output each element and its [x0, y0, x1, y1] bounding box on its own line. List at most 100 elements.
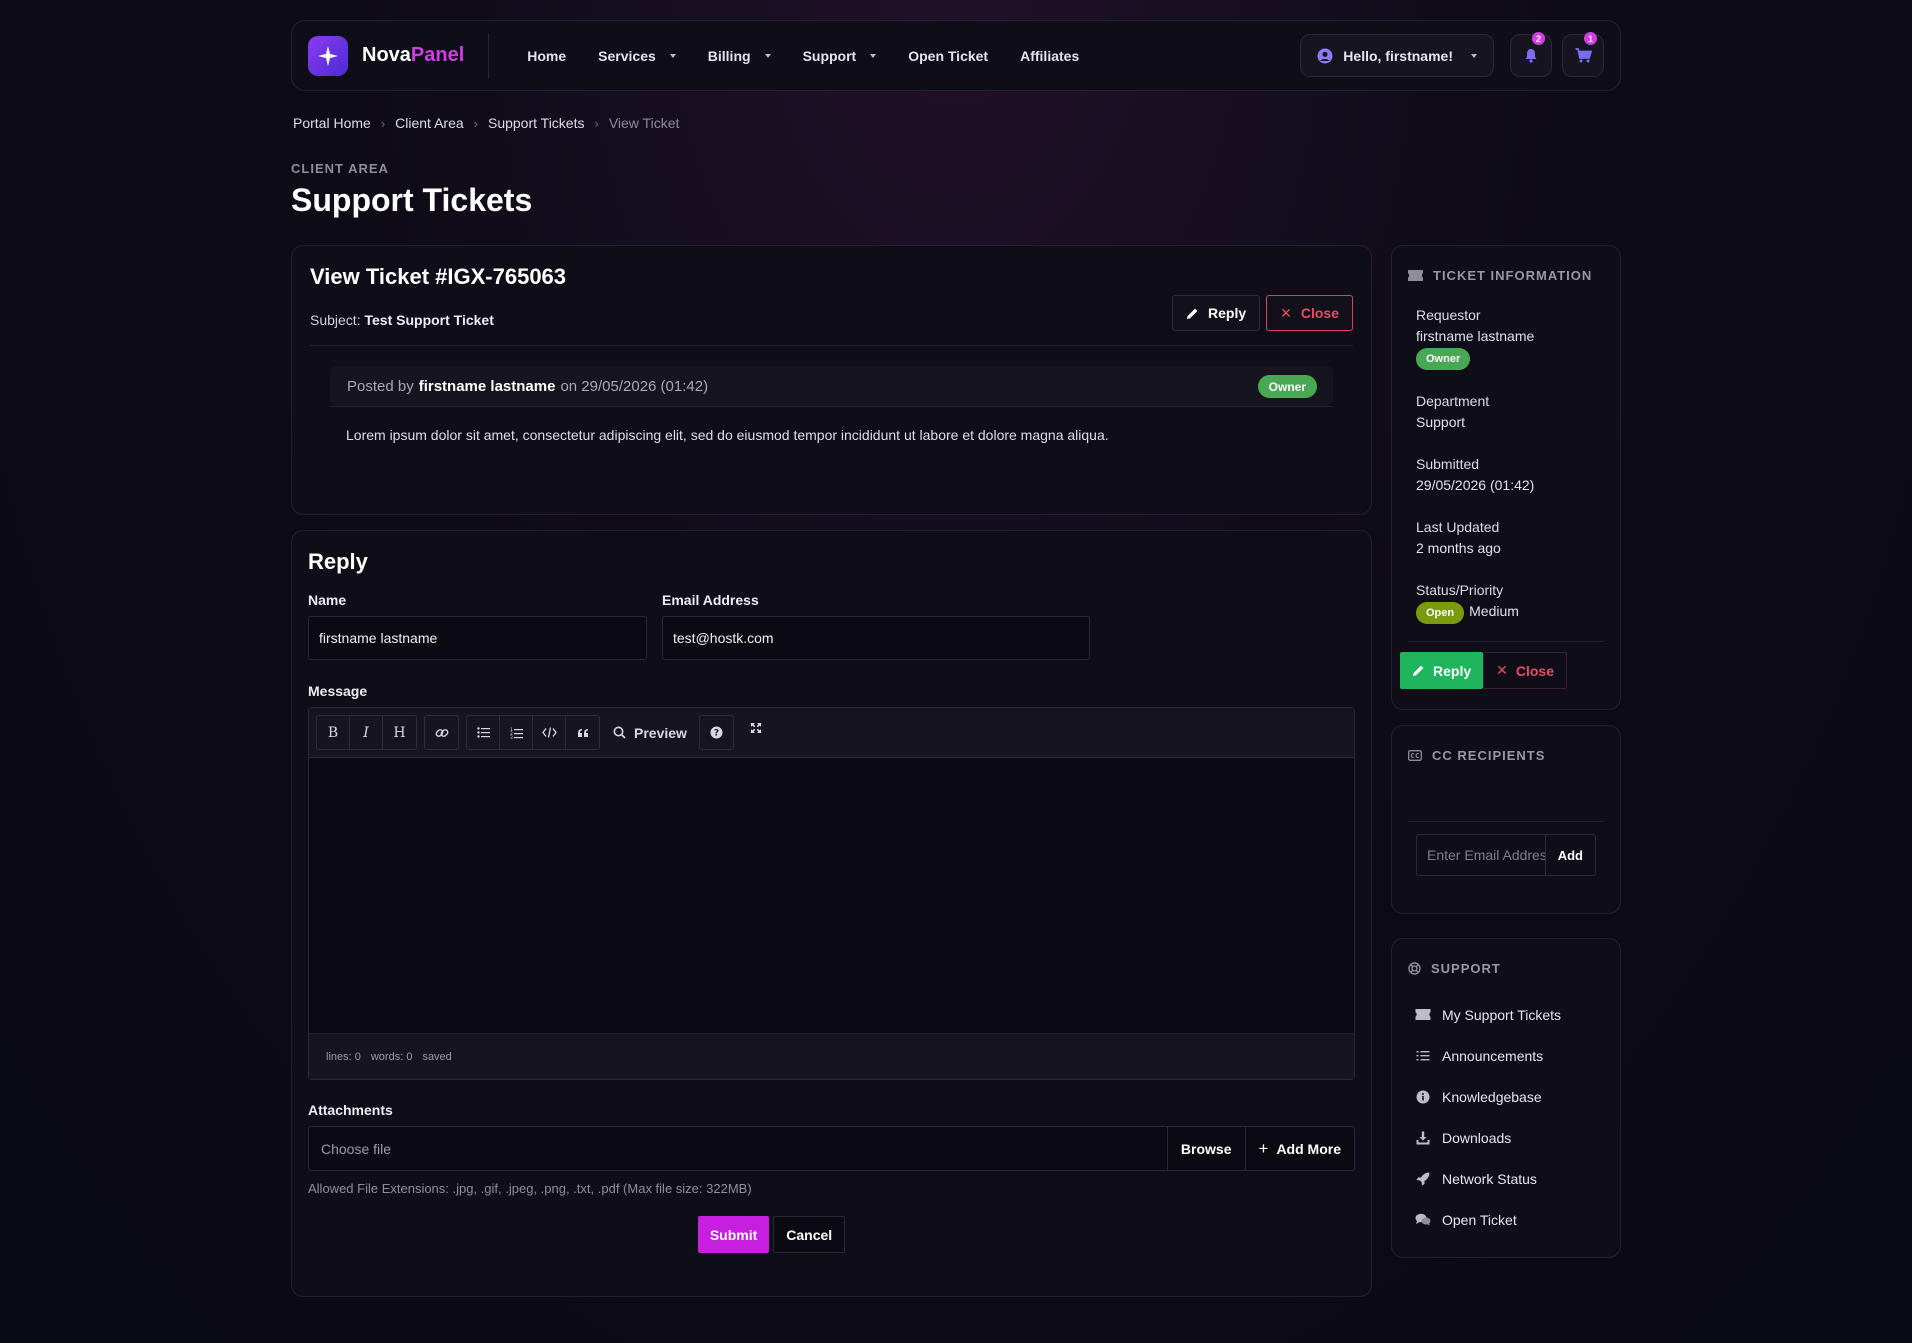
reply-form-card: Reply Name firstname lastname Email Addr…	[291, 530, 1372, 1297]
support-link-downloads[interactable]: Downloads	[1415, 1117, 1604, 1158]
ticket-title: View Ticket #IGX-765063	[310, 264, 567, 289]
file-input[interactable]: Choose file	[309, 1127, 1167, 1170]
editor-toolbar: B I H 123 Preview ?	[309, 708, 1354, 758]
rocket-icon	[1416, 1172, 1430, 1185]
download-icon	[1416, 1131, 1430, 1144]
link-button[interactable]	[425, 716, 458, 749]
notifications-button[interactable]: 2	[1510, 32, 1552, 77]
ticket-information-header: TICKET INFORMATION	[1408, 268, 1604, 283]
close-icon: ✕	[1496, 662, 1508, 678]
chevron-right-icon: ›	[594, 115, 599, 131]
divider	[1408, 821, 1604, 822]
breadcrumb-support-tickets[interactable]: Support Tickets	[488, 115, 585, 131]
cc-email-input[interactable]: Enter Email Address	[1417, 835, 1545, 875]
greeting-text: Hello, firstname!	[1343, 47, 1453, 64]
support-link-my-tickets[interactable]: My Support Tickets	[1415, 994, 1604, 1035]
nav-services[interactable]: Services	[598, 48, 676, 64]
support-link-knowledgebase[interactable]: Knowledgebase	[1415, 1076, 1604, 1117]
submitted-info: Submitted 29/05/2026 (01:42)	[1416, 454, 1596, 496]
expand-icon	[750, 723, 761, 733]
caret-down-icon	[764, 53, 771, 58]
svg-text:3: 3	[510, 735, 513, 739]
quote-button[interactable]	[566, 716, 599, 749]
user-circle-icon	[1317, 48, 1333, 63]
sidebar-reply-button[interactable]: Reply	[1400, 652, 1484, 689]
submit-button[interactable]: Submit	[697, 1216, 770, 1253]
italic-button[interactable]: I	[350, 716, 383, 749]
post-date: on 29/05/2026 (01:42)	[560, 377, 709, 395]
cc-recipients-header: CC RECIPIENTS	[1408, 748, 1604, 763]
help-button[interactable]: ?	[700, 716, 733, 749]
support-link-network-status[interactable]: Network Status	[1415, 1158, 1604, 1199]
list-icon	[476, 727, 490, 738]
pencil-icon	[1187, 308, 1198, 319]
chevron-right-icon: ›	[473, 115, 478, 131]
post-body: Lorem ipsum dolor sit amet, consectetur …	[346, 427, 1109, 443]
priority-value: Medium	[1469, 603, 1519, 619]
nav-billing[interactable]: Billing	[708, 48, 771, 64]
preview-button[interactable]: Preview	[613, 725, 687, 741]
chevron-right-icon: ›	[380, 115, 386, 131]
support-link-open-ticket[interactable]: Open Ticket	[1415, 1199, 1604, 1240]
search-icon	[613, 726, 626, 739]
ticket-icon	[1415, 1009, 1431, 1020]
message-label: Message	[308, 683, 368, 699]
ticket-icon	[1408, 270, 1423, 281]
info-icon	[1416, 1090, 1430, 1103]
list-icon	[1416, 1051, 1430, 1061]
message-textarea[interactable]	[309, 758, 1354, 1033]
quote-icon	[577, 728, 588, 737]
top-navbar: NovaPanel Home Services Billing Support …	[291, 20, 1621, 91]
reply-button[interactable]: Reply	[1172, 295, 1261, 331]
breadcrumb-current: View Ticket	[608, 115, 680, 131]
autosave-status: saved	[422, 1050, 452, 1063]
nav-affiliates[interactable]: Affiliates	[1020, 48, 1079, 64]
support-link-announcements[interactable]: Announcements	[1415, 1035, 1604, 1076]
last-updated-info: Last Updated 2 months ago	[1416, 517, 1596, 559]
numbered-list-button[interactable]: 123	[500, 716, 533, 749]
brand-name: NovaPanel	[362, 44, 465, 66]
attachments-label: Attachments	[308, 1102, 393, 1118]
heading-button[interactable]: H	[383, 716, 416, 749]
message-editor: B I H 123 Preview ? lines: 0 words: 0 sa…	[308, 707, 1355, 1080]
email-field[interactable]: test@hostk.com	[662, 616, 1090, 660]
page-eyebrow: CLIENT AREA	[291, 161, 389, 176]
email-label: Email Address	[662, 592, 759, 608]
fullscreen-button[interactable]	[741, 716, 771, 749]
status-badge: Open	[1416, 602, 1465, 624]
words-count: words: 0	[370, 1050, 413, 1063]
browse-button[interactable]: Browse	[1166, 1127, 1245, 1170]
close-ticket-button[interactable]: ✕ Close	[1266, 295, 1353, 331]
notification-count-badge: 2	[1532, 32, 1545, 45]
submitted-value: 29/05/2026 (01:42)	[1416, 477, 1535, 493]
breadcrumb-portal-home[interactable]: Portal Home	[293, 115, 371, 131]
cart-button[interactable]: 1	[1562, 32, 1604, 77]
cc-add-button[interactable]: Add	[1544, 835, 1595, 875]
post-author: firstname lastname	[418, 377, 556, 395]
cart-count-badge: 1	[1584, 32, 1597, 45]
support-header: SUPPORT	[1408, 961, 1604, 976]
reply-form-title: Reply	[308, 549, 368, 574]
breadcrumb-client-area[interactable]: Client Area	[395, 115, 463, 131]
nav-support[interactable]: Support	[803, 48, 877, 64]
lines-count: lines: 0	[326, 1050, 361, 1063]
svg-text:?: ?	[714, 729, 719, 739]
code-button[interactable]	[533, 716, 566, 749]
account-menu-button[interactable]: Hello, firstname!	[1300, 34, 1494, 77]
brand-logo[interactable]: NovaPanel	[308, 32, 490, 79]
add-more-button[interactable]: + Add More	[1244, 1127, 1355, 1170]
nav-home[interactable]: Home	[527, 48, 566, 64]
name-field[interactable]: firstname lastname	[308, 616, 647, 660]
bullet-list-button[interactable]	[467, 716, 500, 749]
cancel-button[interactable]: Cancel	[773, 1216, 846, 1253]
bold-button[interactable]: B	[317, 716, 350, 749]
sidebar-close-button[interactable]: ✕ Close	[1483, 652, 1567, 689]
sparkle-icon	[308, 35, 348, 76]
name-label: Name	[308, 592, 347, 608]
plus-icon: +	[1258, 1138, 1269, 1158]
nav-open-ticket[interactable]: Open Ticket	[908, 48, 988, 64]
pencil-icon	[1413, 665, 1424, 676]
numbered-list-icon: 123	[510, 727, 523, 739]
close-icon: ✕	[1280, 304, 1292, 321]
question-icon: ?	[710, 726, 723, 739]
